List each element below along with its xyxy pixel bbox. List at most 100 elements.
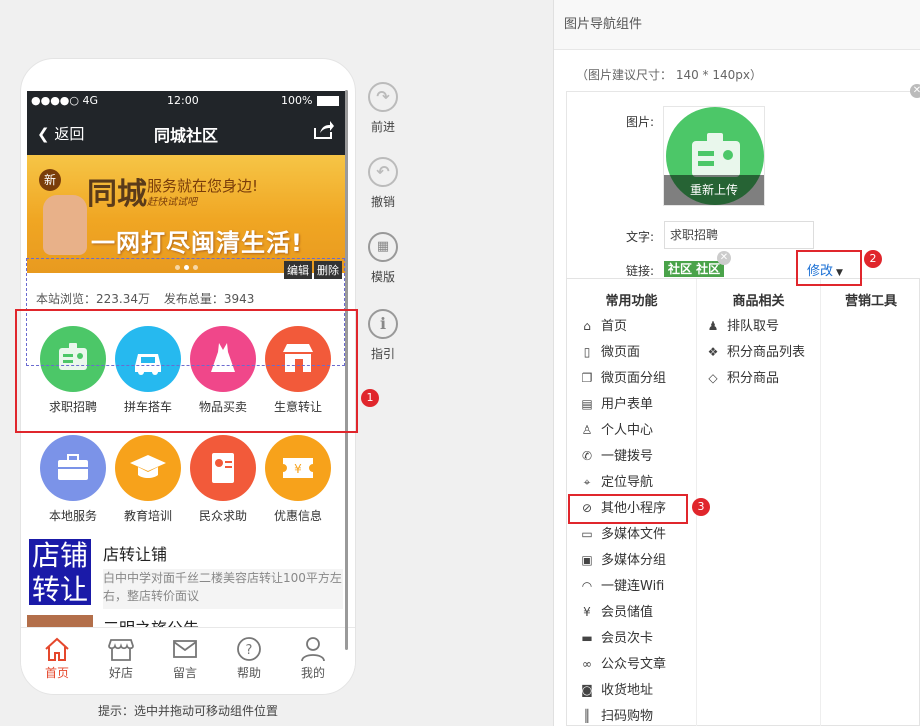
tab-bar: 首页 好店 留言 ? 帮助 我的 [21, 627, 355, 681]
link-label: 链接: [625, 264, 654, 278]
highlight-box [568, 494, 688, 524]
reupload-button[interactable]: 重新上传 [664, 175, 764, 205]
menu-item[interactable]: ♟ 排队取号 [705, 313, 820, 339]
help-icon: ? [217, 636, 281, 664]
home-icon: ⌂ [583, 319, 591, 333]
highlight-box [796, 250, 862, 286]
edit-button[interactable]: 编辑 [284, 261, 312, 279]
menu-item[interactable]: ◠ 一键连Wifi [579, 573, 696, 599]
grid-item-local[interactable]: 本地服务 [35, 435, 111, 524]
grid-item-label: 教育培训 [123, 509, 172, 523]
thumb-text: 店铺 [31, 539, 88, 572]
menu-item[interactable]: ♙ 个人中心 [579, 417, 696, 443]
highlight-box [15, 309, 358, 433]
tab-label: 好店 [108, 666, 133, 680]
text-field[interactable]: 求职招聘 [664, 221, 814, 249]
menu-item-label: 微页面分组 [601, 371, 667, 386]
form-icon: ▤ [581, 397, 593, 411]
tab-me[interactable]: 我的 [281, 628, 345, 681]
yen-icon: ¥ [583, 605, 591, 619]
delete-button[interactable]: 删除 [314, 261, 342, 279]
menu-item-label: 公众号文章 [601, 657, 667, 672]
tool-label: 撤销 [370, 195, 395, 209]
diamond-icon: ◇ [708, 371, 718, 385]
menu-item-label: 会员次卡 [601, 631, 654, 646]
wifi-icon: ◠ [581, 579, 593, 593]
menu-item[interactable]: ▬ 会员次卡 [579, 625, 696, 651]
tool-label: 指引 [370, 347, 395, 361]
menu-item[interactable]: ▯ 微页面 [579, 339, 696, 365]
menu-item-label: 收货地址 [601, 683, 654, 698]
menu-item-label: 个人中心 [601, 423, 654, 438]
banner-image[interactable]: 新 同城 服务就在您身边! 赶快试试吧 一网打尽闽清生活! [27, 155, 345, 273]
menu-item-label: 一键连Wifi [601, 579, 665, 594]
film-icon: ▣ [581, 553, 593, 567]
menu-item[interactable]: ▤ 用户表单 [579, 391, 696, 417]
panel-title: 图片导航组件 [554, 0, 920, 50]
redo-button[interactable]: ↷ 前进 [363, 82, 403, 135]
image-preview[interactable]: 重新上传 [663, 106, 765, 206]
tab-home[interactable]: 首页 [25, 628, 89, 681]
menu-item-label: 积分商品 [727, 371, 780, 386]
thumb-text: 转让 [31, 573, 88, 606]
menu-item[interactable]: ⌂ 首页 [579, 313, 696, 339]
menu-item-label: 定位导航 [601, 475, 654, 490]
menu-item[interactable]: ⌖ 定位导航 [579, 469, 696, 495]
status-bar: ●●●●○ 4G 12:00 100% [27, 91, 345, 111]
banner-badge: 新 [39, 169, 61, 191]
menu-item-label: 多媒体文件 [601, 527, 667, 542]
menu-item[interactable]: ◙ 收货地址 [579, 677, 696, 703]
page-title: 同城社区 [153, 126, 218, 145]
menu-item[interactable]: ❖ 积分商品列表 [705, 339, 820, 365]
barcode-icon: ║ [583, 709, 591, 723]
menu-item-label: 会员储值 [601, 605, 654, 620]
template-icon: ▦ [368, 232, 398, 262]
menu-item-label: 一键拨号 [601, 449, 654, 464]
grid-item-label: 本地服务 [48, 509, 97, 523]
menu-item[interactable]: ∞ 公众号文章 [579, 651, 696, 677]
menu-item[interactable]: ¥ 会员储值 [579, 599, 696, 625]
drag-hint: 提示：选中并拖动可移动组件位置 [97, 704, 278, 718]
svg-text:?: ? [246, 643, 253, 658]
chain-icon: ∞ [582, 657, 592, 671]
grid-item-help[interactable]: 民众求助 [185, 435, 261, 524]
redo-icon: ↷ [368, 82, 398, 112]
thumbs-up-image [43, 195, 87, 255]
menu-item[interactable]: ◇ 积分商品 [705, 365, 820, 391]
template-button[interactable]: ▦ 模版 [363, 232, 403, 285]
menu-item[interactable]: ▭ 多媒体文件 [579, 521, 696, 547]
post-thumbnail: 店铺 转让 [27, 537, 93, 607]
callout-number: 3 [692, 498, 710, 516]
signal-indicator: ●●●●○ 4G [31, 94, 99, 107]
column-header: 常用功能 [605, 294, 658, 309]
info-icon: i [368, 309, 398, 339]
tool-label: 模版 [370, 270, 395, 284]
tab-message[interactable]: 留言 [153, 628, 217, 681]
menu-item-label: 积分商品列表 [727, 345, 806, 360]
contact-card-icon [190, 435, 256, 501]
home-icon [25, 636, 89, 664]
post-item[interactable]: 店铺 转让 店转让铺 白中中学对面千丝二楼美容店转让100平方左右，整店转价面议 [27, 537, 345, 613]
grid-item-education[interactable]: 教育培训 [110, 435, 186, 524]
undo-button[interactable]: ↶ 撤销 [363, 157, 403, 210]
grid-item-coupon[interactable]: ¥ 优惠信息 [260, 435, 336, 524]
menu-item[interactable]: ║ 扫码购物 [579, 703, 696, 726]
guide-button[interactable]: i 指引 [363, 309, 403, 362]
grid-item-label: 民众求助 [198, 509, 247, 523]
link-tag: 社区 社区 [664, 261, 725, 277]
close-item-icon[interactable]: ✕ [910, 84, 920, 98]
menu-column-marketing: 营销工具 [821, 279, 920, 726]
status-time: 12:00 [167, 94, 199, 107]
share-icon[interactable] [313, 120, 335, 143]
tab-help[interactable]: ? 帮助 [217, 628, 281, 681]
user-icon: ♙ [581, 423, 593, 437]
remove-link-icon[interactable]: ✕ [717, 251, 731, 265]
tab-store[interactable]: 好店 [89, 628, 153, 681]
menu-item[interactable]: ❐ 微页面分组 [579, 365, 696, 391]
nav-bar: ❮ 返回 同城社区 [27, 111, 345, 155]
text-label: 文字: [625, 230, 654, 244]
location-icon: ⌖ [583, 475, 591, 489]
menu-item[interactable]: ▣ 多媒体分组 [579, 547, 696, 573]
menu-item[interactable]: ✆ 一键拨号 [579, 443, 696, 469]
user-icon [281, 636, 345, 664]
